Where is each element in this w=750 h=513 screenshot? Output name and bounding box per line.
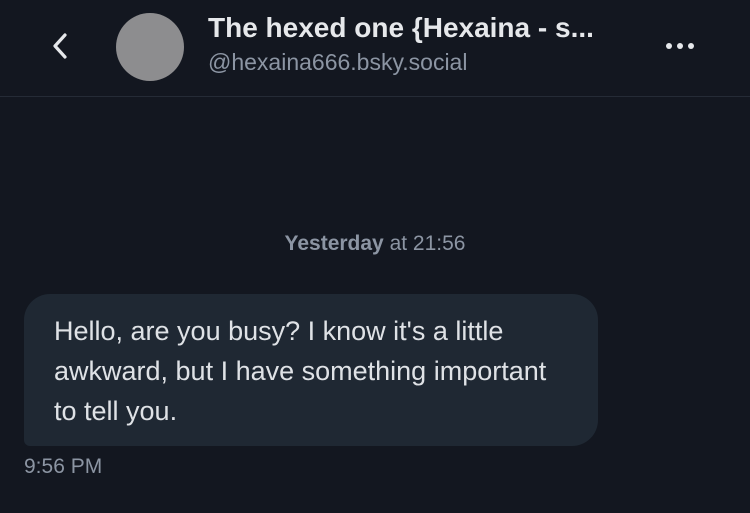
conversation-header: The hexed one {Hexaina - s... @hexaina66… <box>0 0 750 97</box>
conversation-title[interactable]: The hexed one {Hexaina - s... <box>208 11 648 45</box>
date-day: Yesterday <box>284 232 384 255</box>
chat-screen: The hexed one {Hexaina - s... @hexaina66… <box>0 0 750 513</box>
avatar[interactable] <box>116 13 184 81</box>
user-handle: @hexaina666.bsky.social <box>208 49 468 75</box>
message-timestamp: 9:56 PM <box>24 455 103 478</box>
back-button[interactable] <box>40 26 80 66</box>
message-bubble[interactable]: Hello, are you busy? I know it's a littl… <box>24 294 598 446</box>
chevron-left-icon <box>53 33 67 59</box>
message-text: Hello, are you busy? I know it's a littl… <box>54 316 547 426</box>
more-options-button[interactable] <box>656 28 704 64</box>
date-time: at 21:56 <box>383 232 466 255</box>
more-horizontal-icon <box>664 43 697 49</box>
date-separator: Yesterday at 21:56 <box>0 231 750 257</box>
